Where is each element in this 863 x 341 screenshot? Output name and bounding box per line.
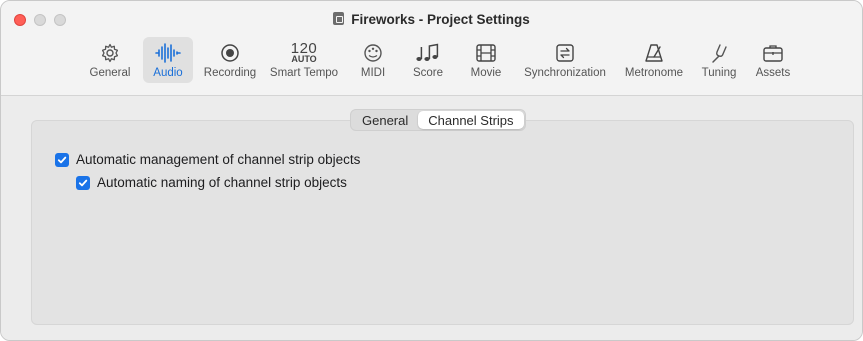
auto-naming-label: Automatic naming of channel strip object… [97, 175, 347, 190]
checkmark-icon [78, 179, 88, 186]
toolbar-tuning[interactable]: Tuning [697, 37, 741, 83]
auto-naming-setting: Automatic naming of channel strip object… [76, 175, 347, 190]
toolbar-midi[interactable]: MIDI [353, 37, 393, 83]
toolbar-label-smart-tempo: Smart Tempo [269, 67, 339, 79]
toolbar-label-metronome: Metronome [624, 67, 684, 79]
document-icon [333, 12, 345, 25]
film-icon [475, 41, 497, 65]
settings-toolbar: General Audio Recording 120 AUTO Smart T… [1, 37, 862, 87]
project-settings-window: Fireworks - Project Settings General Aud… [0, 0, 863, 341]
toolbar-label-assets: Assets [755, 67, 791, 79]
record-icon [220, 41, 240, 65]
tempo-icon: 120 AUTO [291, 41, 318, 65]
channel-strips-panel [31, 120, 854, 325]
tuning-fork-icon [708, 41, 730, 65]
toolbar-label-recording: Recording [203, 67, 257, 79]
gear-icon [100, 41, 120, 65]
auto-management-label: Automatic management of channel strip ob… [76, 152, 361, 167]
toolbar-label-general: General [89, 67, 131, 79]
toolbar-score[interactable]: Score [406, 37, 450, 83]
toolbar-label-movie: Movie [470, 67, 502, 79]
window-title-text: Fireworks - Project Settings [351, 12, 530, 27]
toolbar-label-score: Score [412, 67, 444, 79]
toolbar-audio[interactable]: Audio [143, 37, 193, 83]
toolbar-general[interactable]: General [85, 37, 135, 83]
toolbar-label-audio: Audio [153, 67, 183, 79]
toolbar-synchronization[interactable]: Synchronization [517, 37, 613, 83]
sync-icon [555, 41, 575, 65]
music-notes-icon [415, 41, 441, 65]
window-title: Fireworks - Project Settings [1, 12, 862, 27]
metronome-icon [643, 41, 665, 65]
toolbar-label-tuning: Tuning [701, 67, 737, 79]
tab-general[interactable]: General [352, 111, 418, 129]
toolbar-label-midi: MIDI [360, 67, 386, 79]
toolbar-label-synchronization: Synchronization [524, 67, 606, 79]
toolbar-metronome[interactable]: Metronome [620, 37, 688, 83]
toolbar-assets[interactable]: Assets [751, 37, 795, 83]
waveform-icon [155, 41, 181, 65]
toolbar-recording[interactable]: Recording [201, 37, 259, 83]
auto-management-setting: Automatic management of channel strip ob… [55, 152, 360, 167]
title-bar: Fireworks - Project Settings General Aud… [1, 1, 862, 96]
tab-control: General Channel Strips [350, 109, 526, 131]
tempo-mode: AUTO [291, 54, 317, 64]
tab-channel-strips[interactable]: Channel Strips [418, 111, 524, 129]
midi-palette-icon [363, 41, 383, 65]
checkmark-icon [57, 156, 67, 163]
toolbar-smart-tempo[interactable]: 120 AUTO Smart Tempo [266, 37, 342, 83]
auto-naming-checkbox[interactable] [76, 175, 90, 190]
briefcase-icon [762, 41, 784, 65]
toolbar-movie[interactable]: Movie [465, 37, 507, 83]
auto-management-checkbox[interactable] [55, 152, 69, 167]
